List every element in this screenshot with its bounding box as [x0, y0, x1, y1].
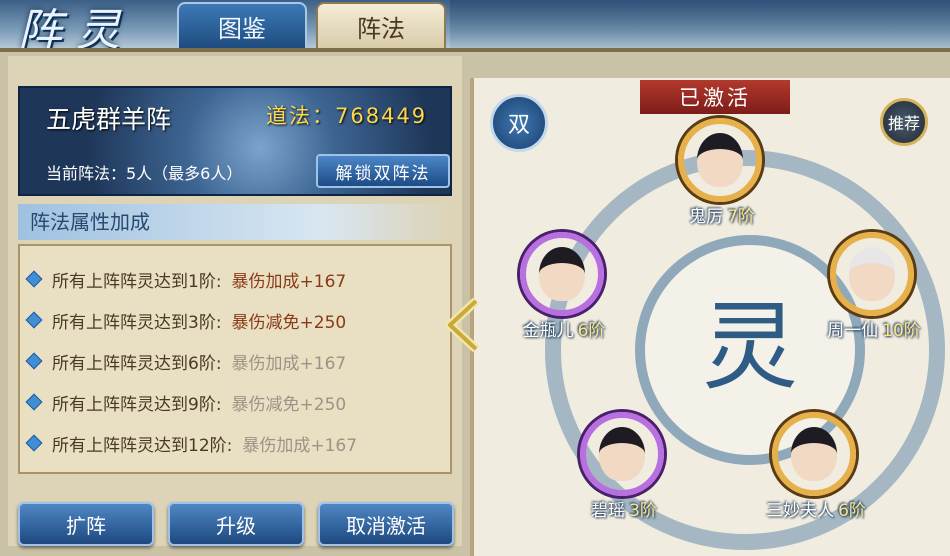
hero-label: 周一仙 10阶	[804, 316, 944, 341]
unlock-double-formation-button[interactable]: 解锁双阵法	[316, 154, 450, 188]
bonus-condition: 所有上阵阵灵达到6阶:	[52, 353, 222, 374]
double-formation-badge[interactable]: 双	[490, 94, 548, 152]
tab-formation[interactable]: 阵法	[316, 2, 446, 50]
list-item: 所有上阵阵灵达到9阶: 暴伤减免+250	[25, 387, 448, 417]
hero-portrait	[520, 232, 604, 316]
recommend-button[interactable]: 推荐	[880, 98, 928, 146]
bonus-condition: 所有上阵阵灵达到12阶:	[52, 435, 233, 456]
hero-face	[791, 427, 837, 481]
hero-name: 周一仙	[827, 321, 879, 341]
hero-rank: 6阶	[838, 501, 866, 521]
list-item: 所有上阵阵灵达到6阶: 暴伤加成+167	[25, 346, 448, 376]
hero-slot[interactable]: 三妙夫人 6阶	[752, 412, 872, 532]
hero-rank: 10阶	[882, 321, 921, 341]
bonus-value: 暴伤加成+167	[231, 271, 347, 292]
hero-name: 金瓶儿	[522, 321, 574, 341]
diamond-bullet-icon	[25, 434, 43, 452]
top-bar: 阵灵 图鉴 阵法	[0, 0, 950, 56]
diamond-bullet-icon	[25, 270, 43, 288]
hero-label: 三妙夫人 6阶	[746, 496, 886, 521]
formation-name: 五虎群羊阵	[46, 105, 172, 134]
formation-header: 五虎群羊阵 道法：768449 当前阵法：5人（最多6人） 解锁双阵法	[18, 86, 452, 196]
current-formation-info: 当前阵法：5人（最多6人）	[46, 164, 243, 183]
bonus-condition: 所有上阵阵灵达到3阶:	[52, 312, 222, 333]
hero-label: 鬼厉 7阶	[652, 202, 792, 227]
hero-portrait	[772, 412, 856, 496]
list-item: 所有上阵阵灵达到12阶: 暴伤加成+167	[25, 428, 448, 458]
diamond-bullet-icon	[25, 311, 43, 329]
dao-value: 道法：768449	[266, 104, 428, 128]
hero-portrait	[678, 118, 762, 202]
hero-slot[interactable]: 鬼厉 7阶	[658, 118, 778, 238]
hero-portrait	[830, 232, 914, 316]
hero-rank: 3阶	[629, 501, 657, 521]
hero-slot[interactable]: 金瓶儿 6阶	[500, 232, 620, 352]
hero-name: 三妙夫人	[766, 501, 835, 521]
hero-face	[599, 427, 645, 481]
bonus-value: 暴伤减免+250	[231, 394, 347, 415]
bonus-list: 所有上阵阵灵达到1阶: 暴伤加成+167 所有上阵阵灵达到3阶: 暴伤减免+25…	[18, 244, 452, 474]
bonus-value: 暴伤加成+167	[231, 353, 347, 374]
bonus-value: 暴伤加成+167	[242, 435, 358, 456]
hero-face	[697, 133, 743, 187]
hero-name: 鬼厉	[689, 207, 724, 227]
upgrade-button[interactable]: 升级	[168, 502, 304, 546]
hero-slot[interactable]: 碧瑶 3阶	[560, 412, 680, 532]
diamond-bullet-icon	[25, 352, 43, 370]
list-item: 所有上阵阵灵达到1阶: 暴伤加成+167	[25, 264, 448, 294]
tab-collection[interactable]: 图鉴	[177, 2, 307, 50]
diamond-bullet-icon	[25, 393, 43, 411]
hero-slot[interactable]: 周一仙 10阶	[810, 232, 930, 352]
deactivate-button[interactable]: 取消激活	[318, 502, 454, 546]
center-glyph: 灵	[702, 290, 798, 403]
hero-name: 碧瑶	[591, 501, 626, 521]
hero-face	[849, 247, 895, 301]
chevron-left-icon[interactable]	[440, 295, 486, 355]
bonus-value: 暴伤减免+250	[231, 312, 347, 333]
activated-banner: 已激活	[640, 80, 790, 114]
section-title: 阵法属性加成	[18, 204, 452, 240]
hero-face	[539, 247, 585, 301]
hero-portrait	[580, 412, 664, 496]
hero-label: 碧瑶 3阶	[554, 496, 694, 521]
bonus-condition: 所有上阵阵灵达到1阶:	[52, 271, 222, 292]
background-scenery	[450, 0, 950, 52]
hero-rank: 6阶	[577, 321, 606, 341]
hero-rank: 7阶	[727, 207, 755, 227]
hero-label: 金瓶儿 6阶	[494, 316, 634, 341]
expand-button[interactable]: 扩阵	[18, 502, 154, 546]
bonus-condition: 所有上阵阵灵达到9阶:	[52, 394, 222, 415]
list-item: 所有上阵阵灵达到3阶: 暴伤减免+250	[25, 305, 448, 335]
